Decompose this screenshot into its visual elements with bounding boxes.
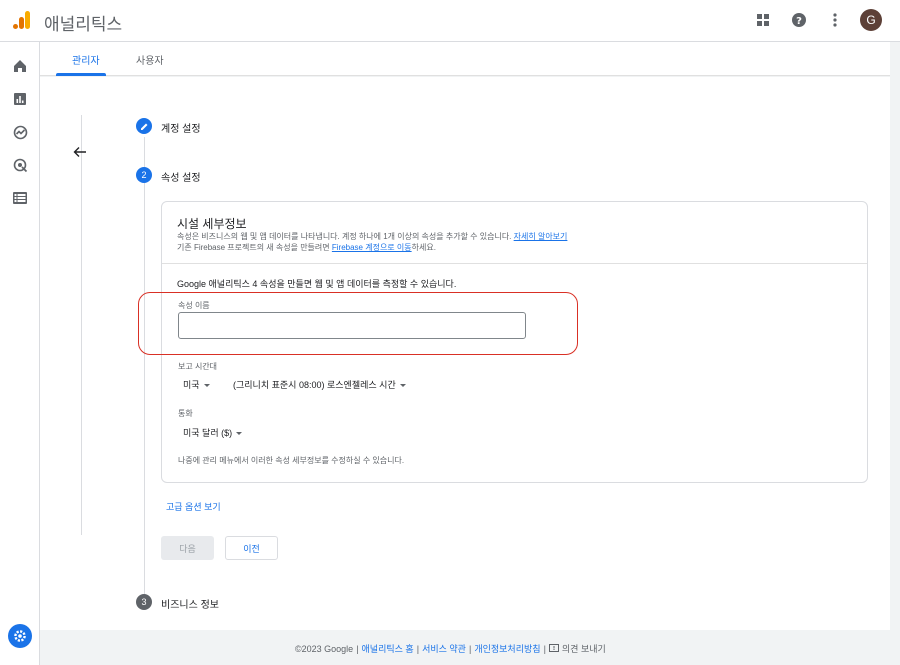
card-description-2: 기존 Firebase 프로젝트의 새 속성을 만들려면 Firebase 계정…	[177, 243, 436, 252]
advertising-icon[interactable]	[11, 156, 29, 174]
next-button[interactable]: 다음	[161, 536, 214, 560]
firebase-account-link[interactable]: Firebase 계정으로 이동	[332, 243, 412, 252]
privacy-link[interactable]: 개인정보처리방침	[474, 642, 540, 655]
svg-text:?: ?	[796, 16, 802, 27]
top-actions: ? G	[752, 9, 882, 31]
advanced-options-link[interactable]: 고급 옵션 보기	[166, 500, 221, 513]
account-avatar[interactable]: G	[860, 9, 882, 31]
card-title: 시설 세부정보	[177, 217, 247, 231]
apps-grid-icon[interactable]	[752, 9, 774, 31]
explore-icon[interactable]	[11, 123, 29, 141]
country-select[interactable]: 미국	[183, 378, 210, 391]
currency-select[interactable]: 미국 달러 ($)	[183, 426, 243, 439]
feedback-icon	[548, 643, 559, 652]
app-title: 애널리틱스	[44, 15, 123, 34]
timezone-select[interactable]: (그리니치 표준시 08:00) 로스엔젤레스 시간	[233, 378, 406, 391]
configure-list-icon[interactable]	[11, 189, 29, 207]
card-divider	[162, 263, 867, 264]
terms-link[interactable]: 서비스 약관	[422, 642, 466, 655]
chevron-down-icon	[203, 384, 210, 388]
chevron-down-icon	[236, 432, 243, 436]
back-arrow-icon[interactable]	[70, 143, 90, 161]
step-3-number: 3	[136, 594, 152, 610]
more-vert-icon[interactable]	[824, 9, 846, 31]
currency-label: 통화	[178, 409, 193, 418]
step-1-label[interactable]: 계정 설정	[161, 120, 201, 135]
left-navigation	[0, 42, 40, 665]
analytics-home-link[interactable]: 애널리틱스 홈	[362, 642, 414, 655]
tab-admin[interactable]: 관리자	[72, 52, 100, 67]
admin-tab-bar: 관리자 사용자	[40, 42, 890, 76]
outer-rail	[81, 115, 82, 535]
help-icon[interactable]: ?	[788, 9, 810, 31]
feedback-link[interactable]: 의견 보내기	[562, 642, 606, 655]
property-setup-panel: 계정 설정 2 속성 설정 시설 세부정보 속성은 비즈니스의 웹 및 앱 데이…	[40, 77, 890, 630]
card-intro: Google 애널리틱스 4 속성을 만들면 웹 및 앱 데이터를 측정할 수 …	[177, 279, 457, 289]
timezone-label: 보고 시간대	[178, 362, 218, 371]
edit-later-note: 나중에 관리 메뉴에서 이러한 속성 세부정보를 수정하실 수 있습니다.	[178, 456, 405, 465]
home-icon[interactable]	[11, 57, 29, 75]
step-2-label: 속성 설정	[161, 173, 201, 184]
step-1-edit-icon	[136, 118, 152, 134]
top-app-bar: 애널리틱스 ? G	[0, 0, 900, 42]
red-highlight-annotation	[138, 292, 578, 355]
analytics-logo-icon[interactable]	[12, 10, 32, 30]
active-tab-indicator	[56, 73, 106, 76]
tab-user[interactable]: 사용자	[136, 52, 164, 67]
learn-more-link[interactable]: 자세히 알아보기	[514, 232, 568, 241]
step-3-label: 비즈니스 정보	[161, 600, 219, 611]
stepper-line	[144, 137, 145, 597]
step-2-number: 2	[136, 167, 152, 183]
admin-settings-gear-icon[interactable]	[8, 624, 32, 648]
page-scrollbar[interactable]	[890, 42, 900, 630]
reports-icon[interactable]	[11, 90, 29, 108]
copyright: ©2023 Google	[295, 643, 354, 654]
previous-button[interactable]: 이전	[225, 536, 278, 560]
chevron-down-icon	[399, 384, 406, 388]
card-description-1: 속성은 비즈니스의 웹 및 앱 데이터를 나타냅니다. 계정 하나에 1개 이상…	[177, 232, 568, 241]
footer: ©2023 Google | 애널리틱스 홈 | 서비스 약관 | 개인정보처리…	[40, 630, 900, 665]
